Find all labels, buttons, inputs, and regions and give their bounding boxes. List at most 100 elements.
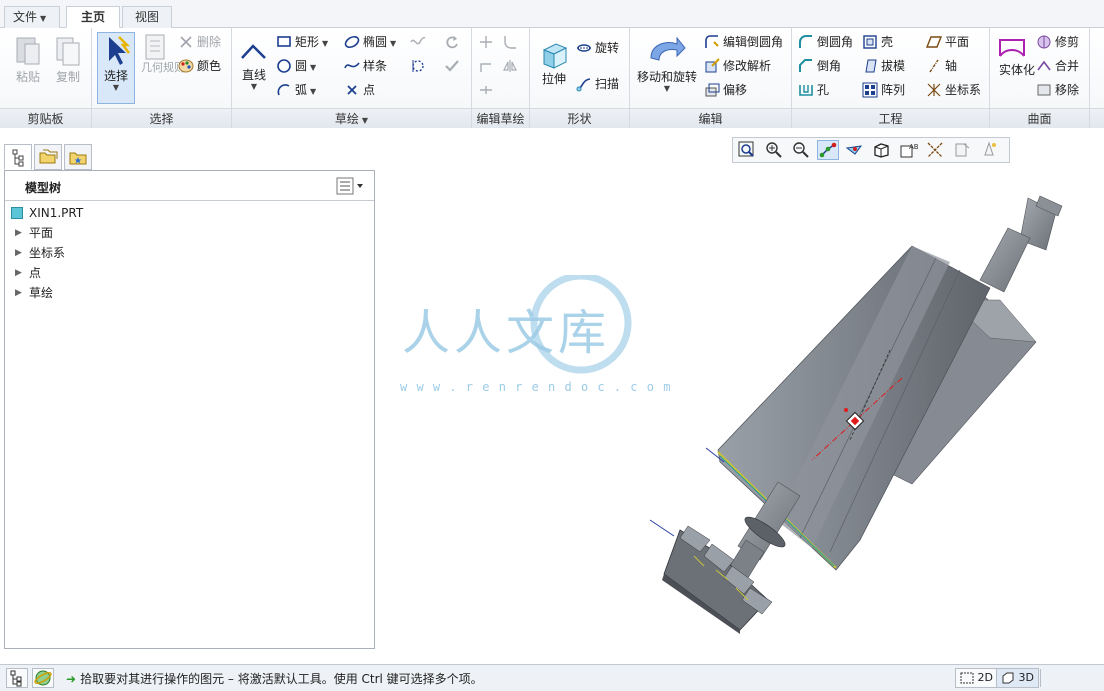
offset-button[interactable]: 偏移 (704, 80, 747, 100)
edit-round-button[interactable]: 编辑倒圆角 (704, 32, 783, 52)
model-tree: XIN1.PRT ▶ 平面 ▶ 坐标系 ▶ 点 ▶ 草绘 (5, 203, 83, 303)
chevron-down-icon: ▼ (112, 83, 120, 92)
csys-button[interactable]: 坐标系 (926, 80, 981, 100)
copy-button[interactable]: 复制 (48, 34, 88, 84)
paste-button[interactable]: 粘贴 (8, 34, 48, 84)
axis-button[interactable]: 轴 (926, 56, 957, 76)
rectangle-button[interactable]: 矩形 ▼ (276, 32, 328, 52)
mode-3d-button[interactable]: 3D (996, 668, 1039, 688)
expand-triangle-icon[interactable]: ▶ (15, 223, 22, 243)
tree-settings-button[interactable] (336, 177, 366, 195)
draft-button[interactable]: 拔模 (862, 56, 905, 76)
tree-item-points[interactable]: ▶ 点 (5, 263, 83, 283)
group-title-surfaces: 曲面 (990, 108, 1089, 128)
sketch-tool-b-button[interactable] (410, 56, 429, 76)
confirm-button[interactable] (444, 56, 463, 76)
select-arrow-icon (109, 36, 131, 65)
delete-button[interactable]: 删除 (178, 32, 221, 52)
trim-icon (480, 35, 492, 48)
zoom-out-button[interactable] (790, 140, 812, 160)
color-button[interactable]: 颜色 (178, 56, 221, 76)
remove-button[interactable]: 移除 (1036, 80, 1079, 100)
display-style-button[interactable] (871, 140, 893, 160)
axis-label: 轴 (945, 59, 958, 73)
point-button[interactable]: 点 (344, 80, 375, 100)
round-button[interactable]: 倒圆角 (798, 32, 853, 52)
rectangle-label: 矩形 (295, 35, 320, 49)
tab-home[interactable]: 主页 (66, 6, 120, 28)
hole-button[interactable]: 孔 (798, 80, 829, 100)
refit-button[interactable] (736, 140, 758, 160)
plane-button[interactable]: 平面 (926, 32, 969, 52)
toggle-browser-button[interactable] (32, 668, 54, 688)
watermark: 人人文库 w w w . r e n r e n d o c . c o m (398, 272, 698, 405)
copy-label: 复制 (55, 70, 80, 84)
group-shapes: 拉伸 旋转 扫描 形状 (530, 28, 630, 128)
spline-button[interactable]: 样条 (344, 56, 387, 76)
tree-item-csys[interactable]: ▶ 坐标系 (5, 243, 83, 263)
annotation-display-button[interactable] (952, 140, 974, 160)
corner-sketch-button[interactable] (478, 56, 497, 76)
saved-views-icon: AB (900, 143, 919, 158)
trim-sketch-button[interactable] (478, 32, 497, 52)
pattern-label: 阵列 (881, 83, 906, 97)
draft-label: 拔模 (881, 59, 906, 73)
hole-icon (799, 84, 813, 96)
sweep-button[interactable]: 扫描 (576, 74, 619, 94)
undo-button[interactable] (444, 32, 463, 52)
tab-folder-browser[interactable] (34, 144, 62, 170)
toggle-navigator-button[interactable] (6, 668, 28, 688)
geometry-rules-button[interactable]: 几何规则 (138, 32, 185, 74)
select-button[interactable]: 选择 ▼ (97, 32, 135, 104)
copy-icon (56, 37, 80, 66)
trim-button[interactable]: 修剪 (1036, 32, 1079, 52)
tab-file[interactable]: 文件 ▼ (4, 6, 60, 28)
globe-icon (34, 670, 52, 686)
trim-surface-icon (1037, 35, 1051, 48)
expand-triangle-icon[interactable]: ▶ (15, 243, 22, 263)
spin-center-button[interactable] (844, 140, 866, 160)
extrude-icon (542, 43, 568, 69)
arc-button[interactable]: 弧 ▼ (276, 80, 316, 100)
tab-favorites[interactable] (64, 144, 92, 170)
tab-view[interactable]: 视图 (122, 6, 172, 28)
chamfer-button[interactable]: 倒角 (798, 56, 841, 76)
expand-triangle-icon[interactable]: ▶ (15, 283, 22, 303)
revolve-label: 旋转 (595, 41, 620, 55)
graphics-canvas[interactable] (378, 170, 1104, 660)
expand-triangle-icon[interactable]: ▶ (15, 263, 22, 283)
circle-button[interactable]: 圆 ▼ (276, 56, 316, 76)
sketch-tool-a-button[interactable] (410, 32, 429, 52)
chevron-down-icon: ▼ (310, 87, 317, 96)
tree-item-sketches[interactable]: ▶ 草绘 (5, 283, 83, 303)
tree-item-root[interactable]: XIN1.PRT (5, 203, 83, 223)
solidify-button[interactable]: 实体化 (994, 34, 1035, 77)
line-button[interactable]: 直线 ▼ (236, 36, 272, 91)
zoom-out-icon (793, 142, 809, 158)
revolve-button[interactable]: 旋转 (576, 38, 619, 58)
shell-button[interactable]: 壳 (862, 32, 893, 52)
tab-model-tree[interactable] (4, 144, 32, 170)
circle-icon (277, 58, 291, 73)
csys-label: 坐标系 (945, 83, 982, 97)
mode-2d-label: 2D (977, 671, 993, 684)
tree-item-planes[interactable]: ▶ 平面 (5, 223, 83, 243)
merge-button[interactable]: 合并 (1036, 56, 1079, 76)
modify-analysis-button[interactable]: 修改解析 (704, 56, 771, 76)
datum-display-button[interactable] (925, 140, 947, 160)
checkmark-icon (445, 59, 459, 72)
saved-views-button[interactable]: AB (898, 140, 920, 160)
appearance-button[interactable] (979, 140, 1001, 160)
pattern-button[interactable]: 阵列 (862, 80, 905, 100)
mode-2d-button[interactable]: 2D (955, 668, 998, 688)
fillet-sketch-button[interactable] (502, 32, 521, 52)
mirror-sketch-button[interactable] (502, 56, 521, 76)
repaint-button[interactable] (817, 140, 839, 160)
divide-sketch-button[interactable] (478, 80, 497, 100)
group-title-sketch-label: 草绘 (334, 112, 359, 126)
extrude-button[interactable]: 拉伸 (534, 38, 574, 86)
move-rotate-button[interactable]: 移动和旋转 ▼ (634, 34, 700, 93)
ellipse-button[interactable]: 椭圆 ▼ (344, 32, 396, 52)
model-tree-panel: 模型树 XIN1.PRT ▶ 平面 ▶ 坐标系 ▶ 点 ▶ 草绘 (4, 170, 375, 649)
zoom-in-button[interactable] (763, 140, 785, 160)
